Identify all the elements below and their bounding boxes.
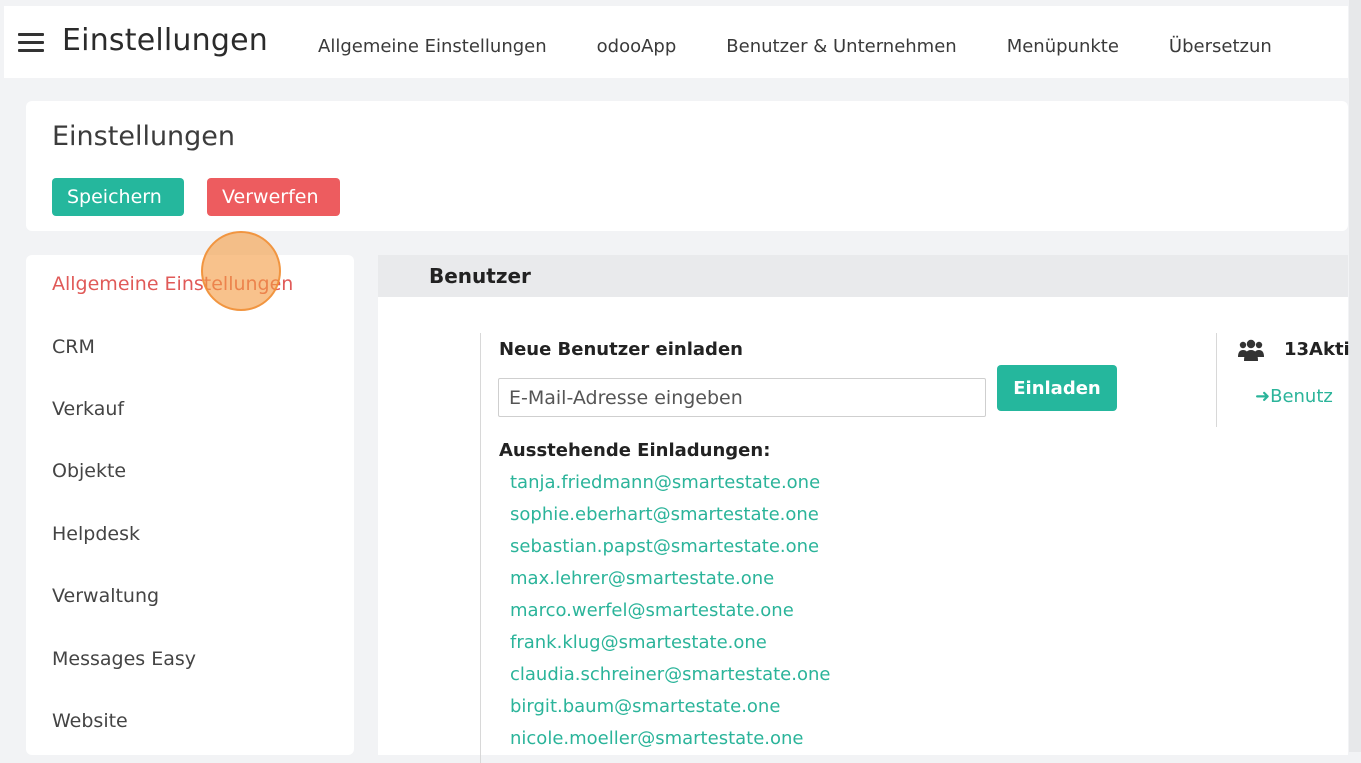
menu-icon[interactable] bbox=[18, 33, 44, 53]
pending-invitation-link[interactable]: tanja.friedmann@smartestate.one bbox=[510, 470, 830, 502]
invite-button[interactable]: Einladen bbox=[997, 365, 1117, 411]
email-input[interactable] bbox=[498, 378, 986, 417]
sidebar-item-website[interactable]: Website bbox=[52, 710, 128, 732]
pending-invitation-link[interactable]: birgit.baum@smartestate.one bbox=[510, 694, 830, 726]
discard-button[interactable]: Verwerfen bbox=[207, 178, 340, 216]
top-menu: Allgemeine Einstellungen odooApp Benutze… bbox=[318, 36, 1322, 57]
active-users-block: 13Akti ➜Benutz bbox=[1216, 333, 1350, 427]
top-menu-users-companies[interactable]: Benutzer & Unternehmen bbox=[726, 36, 956, 57]
sidebar-item-helpdesk[interactable]: Helpdesk bbox=[52, 523, 140, 545]
save-button[interactable]: Speichern bbox=[52, 178, 184, 216]
pending-invitation-link[interactable]: frank.klug@smartestate.one bbox=[510, 630, 830, 662]
pending-invitations-list: tanja.friedmann@smartestate.one sophie.e… bbox=[510, 470, 830, 758]
top-navbar: Einstellungen Allgemeine Einstellungen o… bbox=[4, 6, 1348, 78]
invite-users-label: Neue Benutzer einladen bbox=[499, 339, 743, 360]
users-icon bbox=[1238, 339, 1264, 361]
top-menu-general-settings[interactable]: Allgemeine Einstellungen bbox=[318, 36, 547, 57]
page-title: Einstellungen bbox=[52, 121, 236, 152]
top-menu-translations[interactable]: Übersetzun bbox=[1169, 36, 1272, 57]
pending-invitation-link[interactable]: nicole.moeller@smartestate.one bbox=[510, 726, 830, 758]
sidebar-item-sales[interactable]: Verkauf bbox=[52, 398, 124, 420]
pending-invitation-link[interactable]: sebastian.papst@smartestate.one bbox=[510, 534, 830, 566]
pending-invitation-link[interactable]: marco.werfel@smartestate.one bbox=[510, 598, 830, 630]
top-menu-odooapp[interactable]: odooApp bbox=[597, 36, 677, 57]
pending-invitation-link[interactable]: sophie.eberhart@smartestate.one bbox=[510, 502, 830, 534]
arrow-right-icon: ➜ bbox=[1255, 386, 1271, 407]
sidebar-item-administration[interactable]: Verwaltung bbox=[52, 585, 159, 607]
app-title: Einstellungen bbox=[62, 23, 268, 58]
top-menu-menu-items[interactable]: Menüpunkte bbox=[1007, 36, 1119, 57]
settings-sidebar: Allgemeine Einstellungen CRM Verkauf Obj… bbox=[26, 255, 354, 755]
sidebar-item-objects[interactable]: Objekte bbox=[52, 460, 126, 482]
active-users-count: 13Akti bbox=[1284, 339, 1350, 360]
pending-invitations-label: Ausstehende Einladungen: bbox=[499, 440, 771, 461]
settings-content: Benutzer Neue Benutzer einladen Einladen… bbox=[378, 255, 1350, 763]
sidebar-item-general-settings[interactable]: Allgemeine Einstellungen bbox=[52, 273, 293, 295]
scrollbar[interactable] bbox=[1349, 0, 1361, 752]
sidebar-item-messages-easy[interactable]: Messages Easy bbox=[52, 648, 196, 670]
pending-invitation-link[interactable]: max.lehrer@smartestate.one bbox=[510, 566, 830, 598]
manage-users-link[interactable]: ➜Benutz bbox=[1255, 386, 1333, 407]
manage-users-link-label: Benutz bbox=[1270, 386, 1333, 407]
section-header: Benutzer bbox=[378, 255, 1348, 297]
pending-invitation-link[interactable]: claudia.schreiner@smartestate.one bbox=[510, 662, 830, 694]
control-panel: Einstellungen Speichern Verwerfen bbox=[26, 101, 1348, 231]
sidebar-item-crm[interactable]: CRM bbox=[52, 336, 95, 358]
section-title: Benutzer bbox=[429, 264, 531, 288]
